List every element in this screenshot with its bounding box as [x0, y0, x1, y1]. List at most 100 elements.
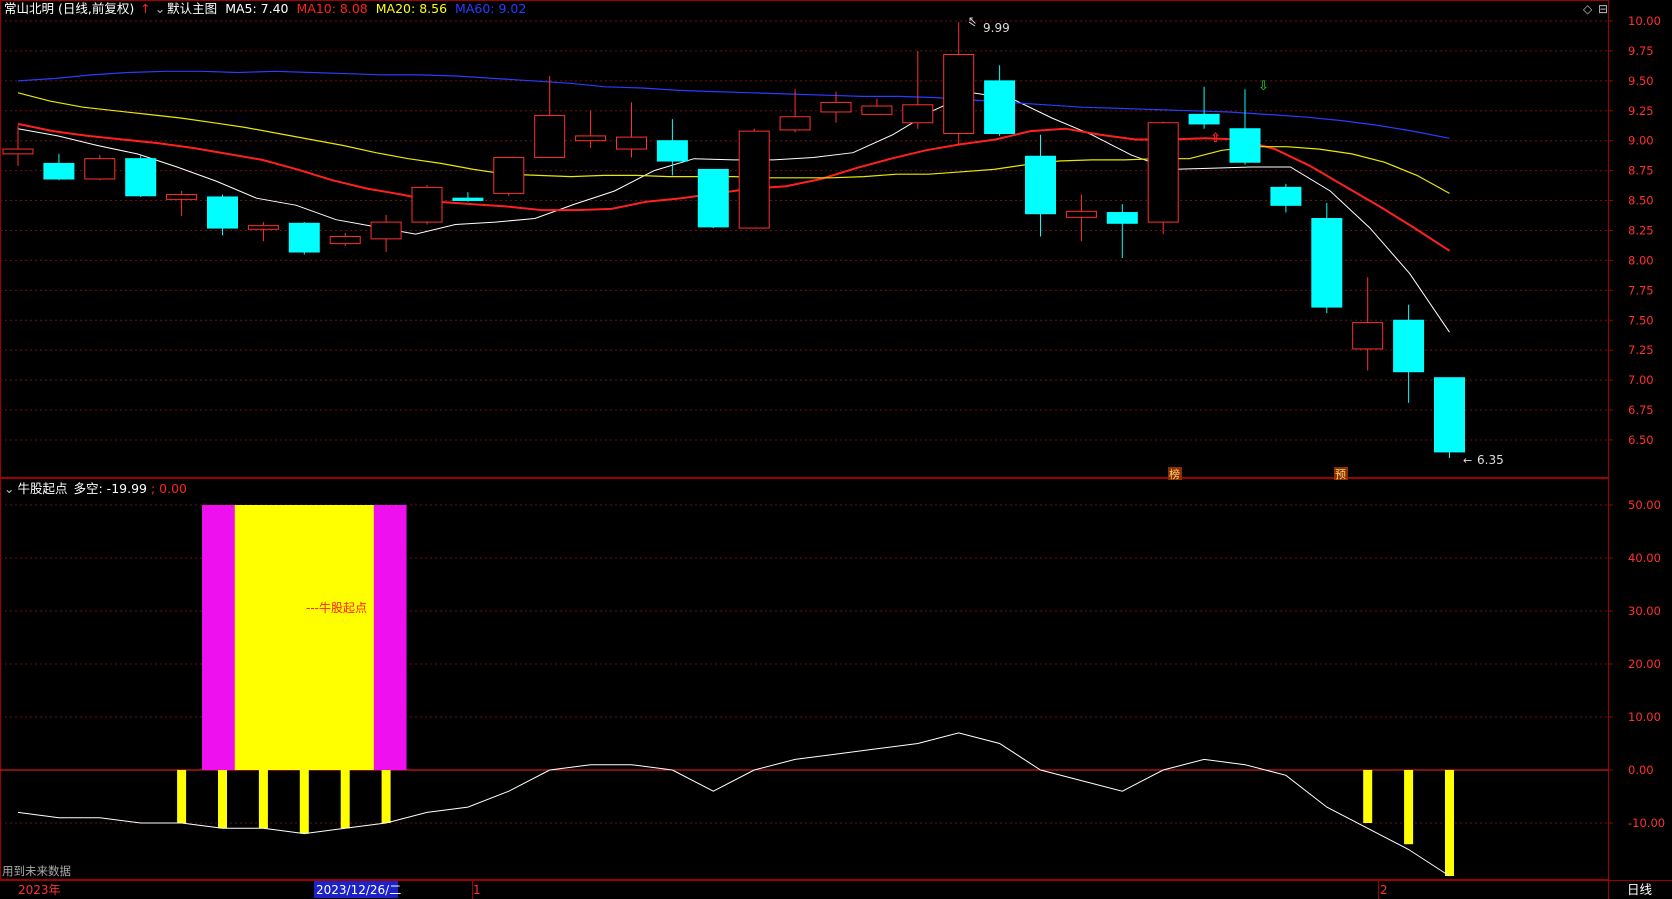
candle-body	[984, 80, 1016, 135]
candle-body	[493, 156, 525, 194]
collapse-icon[interactable]: ⊟	[1598, 2, 1608, 16]
main-header: 常山北明 (日线,前复权) ↑ ⌄ 默认主图 MA5: 7.40 MA10: 8.08 MA…	[4, 1, 534, 17]
osc-bar	[340, 770, 350, 829]
candle	[738, 128, 770, 229]
price-tick-label: 6.50	[1628, 433, 1654, 447]
candle-body	[411, 186, 443, 223]
candle-body	[207, 196, 238, 229]
candle-body	[575, 135, 607, 142]
yu-badge-label: 预	[1335, 468, 1346, 481]
candle	[1393, 304, 1425, 403]
ma5-value: MA5: 7.40	[225, 1, 289, 16]
osc-bar	[177, 770, 187, 823]
price-grid	[0, 20, 1608, 441]
candle-body	[820, 101, 852, 113]
year-label: 2023年	[18, 883, 61, 897]
candle-body	[738, 130, 770, 229]
candle-body	[1311, 218, 1343, 308]
price-tick-label: 8.00	[1628, 253, 1654, 267]
cursor-date: 2023/12/26/二	[314, 881, 401, 898]
candlestick-series[interactable]	[2, 22, 1465, 458]
low-marker: ← 6.35	[1463, 453, 1504, 467]
osc-bar	[381, 770, 391, 823]
candle	[84, 155, 116, 181]
high-marker-arrow: ↖	[968, 14, 977, 27]
osc-tick-label: 0.00	[1628, 763, 1654, 777]
candle	[2, 125, 34, 166]
bang-badge[interactable]: 榜	[1168, 467, 1182, 481]
bull-start-label: ---牛股起点	[306, 600, 367, 615]
chart-stage[interactable]: ↖ 9.99 ← 6.35 ⇩ ⇧ 榜 预 ---牛股起点 10.00 9.75 9…	[0, 0, 1672, 899]
candle	[247, 222, 279, 242]
candle-body	[370, 221, 402, 240]
candle	[166, 190, 198, 217]
osc-bar	[1445, 770, 1454, 876]
ma10-value: MA10: 8.08	[296, 1, 368, 16]
price-tick-label: 9.25	[1628, 104, 1654, 118]
candle	[943, 22, 975, 145]
price-tick-label: 7.00	[1628, 373, 1654, 387]
price-axis: 10.00 9.75 9.50 9.25 9.00 8.75 8.50 8.25 8.00 7.7…	[1608, 14, 1661, 447]
ma60-value: MA60: 9.02	[455, 1, 527, 16]
candle	[902, 50, 934, 129]
candle	[575, 110, 607, 148]
chevron-icon[interactable]: ⌄	[155, 1, 165, 16]
stock-title[interactable]: 常山北明 (日线,前复权)	[4, 1, 134, 16]
signal-block-inner	[234, 505, 374, 770]
candle	[370, 214, 402, 253]
period-button[interactable]: 日线	[1627, 882, 1653, 897]
candle	[1229, 89, 1261, 165]
month-2-label: 2	[1380, 883, 1388, 897]
price-tick-label: 9.50	[1628, 74, 1654, 88]
low-price-label: 6.35	[1477, 453, 1504, 467]
indicator-name[interactable]: 牛股起点	[17, 481, 67, 496]
osc-bar	[1363, 770, 1373, 823]
candle	[1270, 183, 1302, 213]
candle-body	[452, 197, 484, 202]
candle-body	[43, 162, 75, 180]
price-tick-label: 10.00	[1628, 14, 1661, 28]
candle	[207, 194, 238, 236]
up-arrow-icon: ⇧	[1210, 131, 1221, 146]
osc-bar	[299, 770, 309, 834]
osc-bar	[258, 770, 268, 829]
candle-body	[1352, 322, 1384, 350]
oscillator-axis: 50.00 40.00 30.00 20.00 10.00 0.00 -10.00	[1608, 498, 1665, 830]
candle	[1188, 86, 1220, 129]
osc-tick-label: 20.00	[1628, 657, 1661, 671]
cursor-date-label: 2023/12/26/二	[316, 883, 401, 897]
candle	[697, 168, 729, 229]
up-indicator-icon: ↑	[140, 1, 151, 16]
down-arrow-icon: ⇩	[1258, 79, 1269, 94]
candle-body	[288, 222, 320, 253]
candle	[1147, 121, 1179, 235]
price-tick-label: 7.25	[1628, 343, 1654, 357]
price-tick-label: 8.50	[1628, 194, 1654, 208]
candle-body	[616, 136, 647, 150]
indicator-value: 多空: -19.99	[73, 481, 147, 496]
yu-badge[interactable]: 预	[1334, 467, 1348, 481]
candle-body	[1065, 210, 1097, 218]
candle-body	[1147, 122, 1179, 223]
candle	[1106, 204, 1138, 259]
candle	[1025, 134, 1056, 237]
candle-body	[1434, 377, 1465, 453]
candle-body	[1229, 128, 1261, 163]
high-marker: ↖ 9.99	[968, 14, 1010, 35]
candle	[452, 192, 484, 202]
candle	[861, 98, 893, 115]
ma20-value: MA20: 8.56	[375, 1, 448, 16]
candle-body	[1106, 212, 1138, 224]
price-tick-label: 8.25	[1628, 223, 1654, 237]
candle	[534, 76, 566, 158]
candle-body	[84, 158, 116, 180]
candle-body	[1393, 319, 1425, 373]
price-tick-label: 9.75	[1628, 44, 1654, 58]
candle	[329, 232, 361, 247]
template-selector[interactable]: 默认主图	[167, 1, 217, 16]
candle-body	[166, 194, 198, 200]
diamond-icon[interactable]: ◇	[1583, 2, 1592, 16]
candle	[656, 119, 688, 176]
candle-body	[1188, 113, 1220, 125]
indicator-chevron-icon[interactable]: ⌄	[4, 481, 14, 496]
